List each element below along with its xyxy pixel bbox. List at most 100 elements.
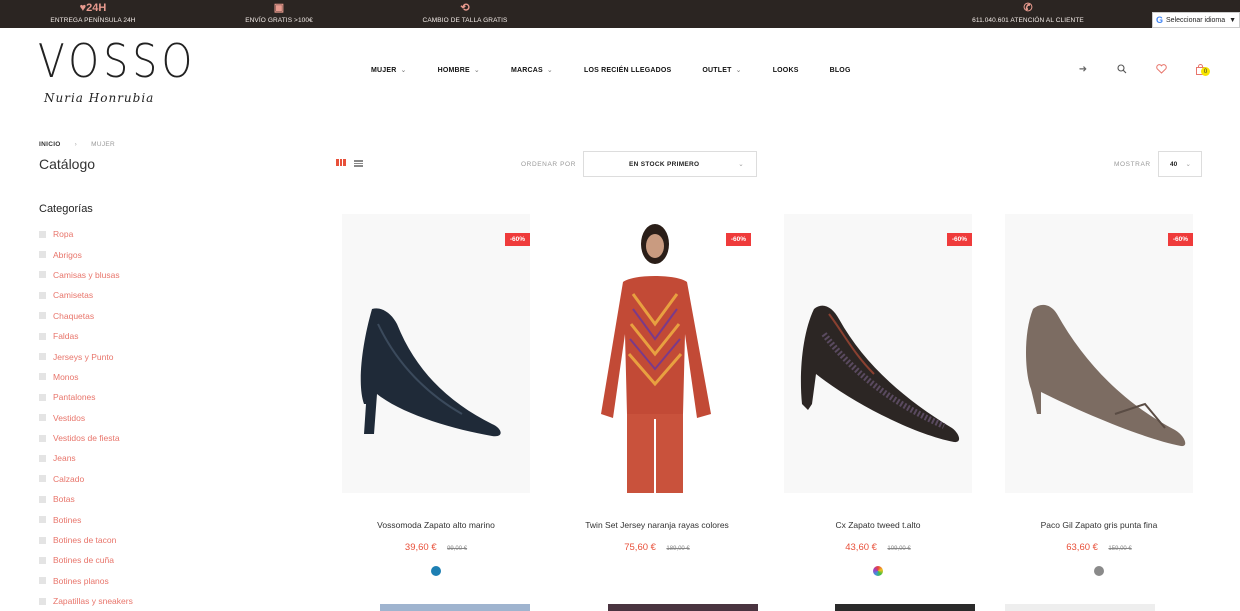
promo-delivery: ♥24H ENTREGA PENÍNSULA 24H — [50, 0, 135, 28]
product-name[interactable]: Vossomoda Zapato alto marino — [342, 520, 530, 530]
category-label: Abrigos — [53, 249, 82, 260]
checkbox-icon[interactable] — [39, 373, 46, 381]
checkbox-icon[interactable] — [39, 230, 46, 238]
checkbox-icon[interactable] — [39, 332, 46, 340]
product-image[interactable]: -60% — [784, 214, 972, 493]
nav-label: LOOKS — [772, 66, 799, 74]
grid-view-icon[interactable] — [336, 159, 347, 167]
nav-item-looks[interactable]: LOOKS — [773, 67, 799, 74]
site-logo[interactable]: VOSSO Nuria Honrubia — [38, 35, 192, 115]
product-price: 39,60 € 99,00 € — [342, 537, 530, 555]
chevron-down-icon: ⌄ — [735, 67, 742, 74]
checkbox-icon[interactable] — [39, 454, 46, 462]
category-item[interactable]: Vestidos — [39, 408, 133, 428]
category-label: Botas — [53, 494, 75, 505]
show-count-select[interactable]: 40 ⌄ — [1158, 151, 1202, 177]
nav-item-outlet[interactable]: OUTLET ⌄ — [702, 66, 741, 74]
product-name[interactable]: Cx Zapato tweed t.alto — [784, 520, 972, 530]
product-card[interactable]: -60% Paco Gil Zapato gris punta fina 63,… — [1005, 214, 1193, 576]
checkbox-icon[interactable] — [39, 495, 46, 503]
login-icon[interactable]: ➜ — [1076, 62, 1090, 76]
product-image[interactable]: -60% — [1005, 214, 1193, 493]
category-item[interactable]: Vestidos de fiesta — [39, 428, 133, 448]
category-item[interactable]: Camisas y blusas — [39, 265, 133, 285]
checkbox-icon[interactable] — [39, 353, 46, 361]
breadcrumb-home[interactable]: INICIO — [39, 141, 61, 148]
category-item[interactable]: Zapatillas y sneakers — [39, 591, 133, 611]
category-item[interactable]: Camisetas — [39, 285, 133, 305]
category-label: Pantalones — [53, 392, 96, 403]
checkbox-icon[interactable] — [39, 434, 46, 442]
product-image[interactable]: -60% — [342, 214, 530, 493]
checkbox-icon[interactable] — [39, 597, 46, 605]
promo-delivery-text: ENTREGA PENÍNSULA 24H — [50, 17, 136, 24]
nav-label: OUTLET — [702, 67, 732, 74]
list-view-icon[interactable] — [354, 160, 363, 167]
product-card[interactable]: -60% Cx Zapato tweed t.alto 43,60 € 109,… — [784, 214, 972, 576]
page-title: Catálogo — [39, 156, 96, 172]
product-image-peek[interactable] — [380, 604, 530, 611]
category-label: Calzado — [53, 473, 85, 484]
product-card[interactable]: -60% Vossomoda Zapato alto marino 39,60 … — [342, 214, 530, 576]
category-item[interactable]: Monos — [39, 367, 133, 387]
product-image-peek[interactable] — [608, 604, 758, 611]
color-swatch[interactable] — [1094, 566, 1104, 576]
product-name[interactable]: Twin Set Jersey naranja rayas colores — [563, 520, 751, 530]
search-icon[interactable] — [1115, 62, 1129, 76]
category-item[interactable]: Jerseys y Punto — [39, 346, 133, 366]
nav-item-marcas[interactable]: MARCAS ⌄ — [511, 66, 553, 74]
chevron-down-icon: ⌄ — [1185, 161, 1191, 168]
checkbox-icon[interactable] — [39, 271, 46, 279]
nav-item-blog[interactable]: BLOG — [830, 67, 851, 74]
category-item[interactable]: Faldas — [39, 326, 133, 346]
product-current-price: 39,60 € — [404, 542, 437, 553]
discount-badge: -60% — [946, 233, 972, 246]
checkbox-icon[interactable] — [39, 291, 46, 299]
nav-item-recien-llegados[interactable]: LOS RECIÉN LLEGADOS — [584, 67, 671, 74]
cart-bag-icon[interactable]: 0 — [1193, 62, 1210, 76]
nav-item-hombre[interactable]: HOMBRE ⌄ — [438, 66, 480, 74]
category-item[interactable]: Jeans — [39, 448, 133, 468]
chevron-down-icon: ⌄ — [738, 161, 744, 168]
category-item[interactable]: Botines — [39, 509, 133, 529]
checkbox-icon[interactable] — [39, 393, 46, 401]
category-label: Monos — [53, 371, 79, 382]
checkbox-icon[interactable] — [39, 577, 46, 585]
category-item[interactable]: Botines de cuña — [39, 550, 133, 570]
order-select[interactable]: EN STOCK PRIMERO ⌄ — [583, 151, 757, 177]
color-swatch[interactable] — [873, 566, 883, 576]
promo-phone[interactable]: ✆ 611.040.601 ATENCIÓN AL CLIENTE — [968, 0, 1088, 28]
category-label: Botines — [53, 514, 82, 525]
nav-item-mujer[interactable]: MUJER ⌄ — [371, 66, 407, 74]
color-swatch[interactable] — [431, 566, 441, 576]
checkbox-icon[interactable] — [39, 251, 46, 259]
order-label: ORDENAR POR — [521, 161, 576, 168]
category-item[interactable]: Botines de tacon — [39, 530, 133, 550]
checkbox-icon[interactable] — [39, 556, 46, 564]
category-item[interactable]: Botas — [39, 489, 133, 509]
category-item[interactable]: Abrigos — [39, 244, 133, 264]
checkbox-icon[interactable] — [39, 414, 46, 422]
discount-badge: -60% — [1167, 233, 1193, 246]
checkbox-icon[interactable] — [39, 312, 46, 320]
category-item[interactable]: Botines planos — [39, 571, 133, 591]
category-item[interactable]: Calzado — [39, 469, 133, 489]
category-item[interactable]: Ropa — [39, 224, 133, 244]
category-item[interactable]: Pantalones — [39, 387, 133, 407]
product-current-price: 43,60 € — [845, 542, 877, 553]
checkbox-icon[interactable] — [39, 516, 46, 524]
product-image-peek[interactable] — [835, 604, 975, 611]
nav-label: MUJER — [371, 67, 397, 74]
category-item[interactable]: Chaquetas — [39, 306, 133, 326]
product-image[interactable]: -60% — [563, 214, 751, 493]
chevron-down-icon: ⌄ — [400, 67, 407, 74]
wishlist-heart-icon[interactable] — [1154, 62, 1168, 76]
product-card[interactable]: -60% Twin Set Jersey naranja rayas color… — [563, 214, 751, 555]
product-name[interactable]: Paco Gil Zapato gris punta fina — [1005, 520, 1193, 530]
categories-title: Categorías — [39, 203, 93, 215]
checkbox-icon[interactable] — [39, 475, 46, 483]
product-image-peek[interactable] — [1005, 604, 1155, 611]
checkbox-icon[interactable] — [39, 536, 46, 544]
nav-label: BLOG — [829, 66, 851, 74]
language-selector[interactable]: G Seleccionar idioma ▼ — [1152, 12, 1240, 28]
